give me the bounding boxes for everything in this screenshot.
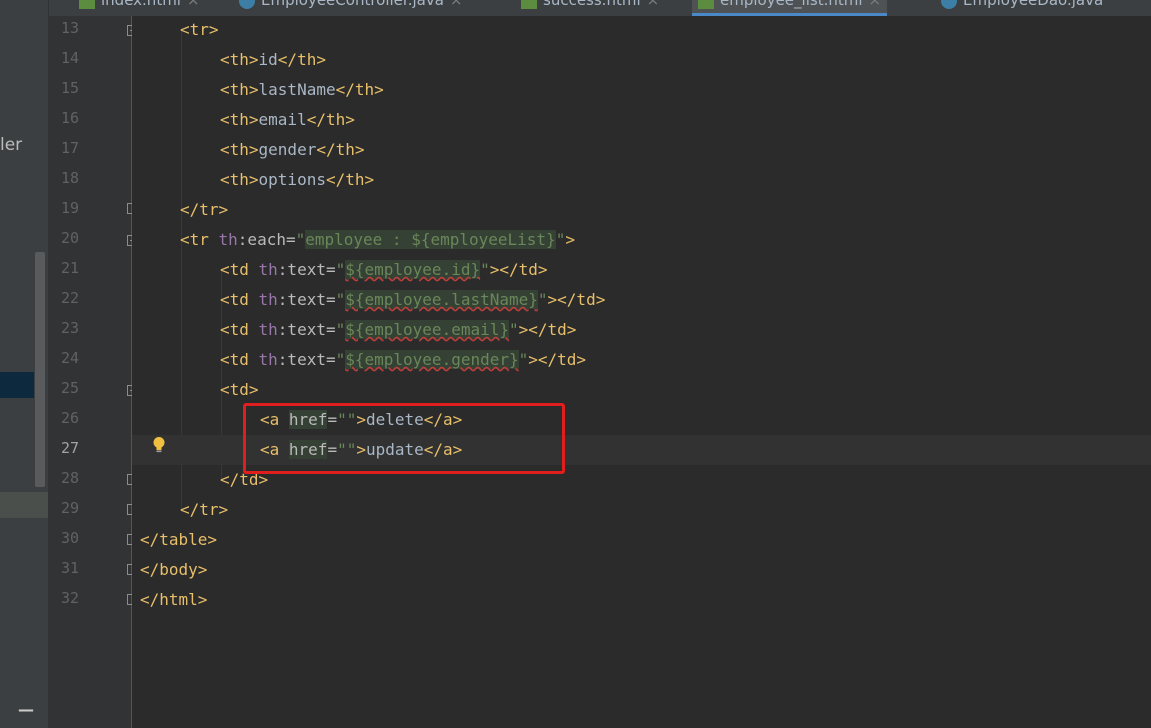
line-number: 25	[60, 379, 79, 397]
line-number: 17	[60, 139, 79, 157]
line-number: 20	[60, 229, 79, 247]
html-file-icon	[521, 0, 537, 9]
project-tree-row[interactable]	[0, 492, 48, 518]
code-line-22: <td th:text="${employee.lastName}"></td>	[220, 290, 606, 309]
line-number: 30	[60, 529, 79, 547]
code-line-14: <th>id</th>	[220, 50, 326, 69]
line-number: 23	[60, 319, 79, 337]
tab-label: success.html	[543, 0, 641, 9]
java-class-icon	[941, 0, 957, 9]
code-line-19: </tr>	[180, 200, 229, 219]
code-line-16: <th>email</th>	[220, 110, 355, 129]
project-tree-selected-row[interactable]	[0, 372, 34, 398]
tab-index-html[interactable]: index.html ×	[79, 0, 200, 15]
line-number-current: 27	[60, 439, 79, 457]
code-editor[interactable]: <tr> <th>id</th> <th>lastName</th> <th>e…	[132, 16, 1151, 728]
line-number: 21	[60, 259, 79, 277]
code-line-24: <td th:text="${employee.gender}"></td>	[220, 350, 587, 369]
line-number: 29	[60, 499, 79, 517]
java-class-icon	[239, 0, 255, 9]
line-number: 16	[60, 109, 79, 127]
code-line-25: <td>	[220, 380, 259, 399]
close-icon[interactable]: ×	[187, 0, 200, 9]
code-line-31: </body>	[140, 560, 208, 579]
close-icon[interactable]: ×	[869, 0, 882, 9]
code-line-23: <td th:text="${employee.email}"></td>	[220, 320, 577, 339]
line-number: 31	[60, 559, 79, 577]
collapse-icon[interactable]: —	[18, 700, 34, 719]
code-line-30: </table>	[140, 530, 218, 549]
close-icon[interactable]: ×	[450, 0, 463, 9]
line-number: 26	[60, 409, 79, 427]
line-number: 15	[60, 79, 79, 97]
html-file-icon	[79, 0, 95, 9]
tab-label: index.html	[101, 0, 181, 9]
tab-label: employee_list.html	[720, 0, 863, 9]
code-line-21: <td th:text="${employee.id}"></td>	[220, 260, 548, 279]
tab-employee-list-html[interactable]: employee_list.html ×	[692, 0, 888, 16]
code-line-15: <th>lastName</th>	[220, 80, 384, 99]
project-panel-scrollbar[interactable]	[35, 252, 45, 487]
line-number: 22	[60, 289, 79, 307]
tab-success-html[interactable]: success.html ×	[521, 0, 659, 15]
code-line-13: <tr>	[180, 20, 219, 39]
code-line-20: <tr th:each="employee : ${employeeList}"…	[180, 230, 575, 249]
annotation-highlight-box	[243, 403, 565, 474]
tab-employeecontroller-java[interactable]: EmployeeController.java ×	[239, 0, 462, 15]
lightbulb-icon[interactable]	[152, 436, 166, 454]
line-number: 32	[60, 589, 79, 607]
line-number: 19	[60, 199, 79, 217]
line-number: 24	[60, 349, 79, 367]
code-line-17: <th>gender</th>	[220, 140, 365, 159]
tab-label: EmployeeController.java	[261, 0, 444, 9]
project-tree-partial-label[interactable]: ler	[0, 135, 22, 155]
tab-label: EmployeeDao.java	[963, 0, 1104, 9]
line-number: 13	[60, 19, 79, 37]
project-panel: ler —	[0, 0, 49, 728]
html-file-icon	[698, 0, 714, 9]
code-line-18: <th>options</th>	[220, 170, 375, 189]
line-number: 28	[60, 469, 79, 487]
line-number: 18	[60, 169, 79, 187]
close-icon[interactable]: ×	[647, 0, 660, 9]
code-line-32: </html>	[140, 590, 208, 609]
editor-gutter: 13 14 15 16 17 18 19 20 21 22 23 24 25 2…	[49, 16, 131, 728]
code-line-29: </tr>	[180, 500, 229, 519]
tab-employeedao-java[interactable]: EmployeeDao.java	[941, 0, 1103, 15]
line-number: 14	[60, 49, 79, 67]
